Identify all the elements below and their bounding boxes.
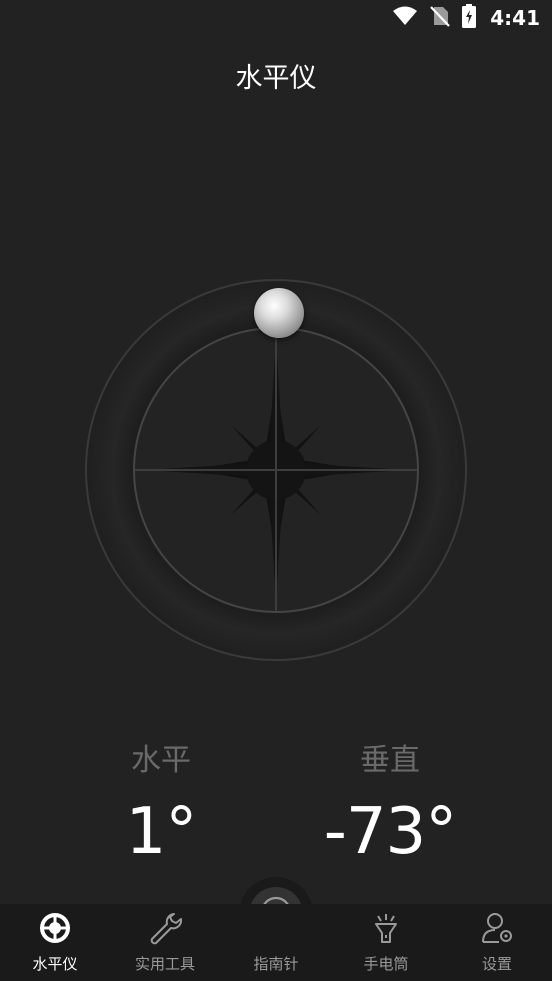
flashlight-icon (369, 911, 403, 949)
vertical-value: -73° (323, 795, 458, 869)
nav-label-tools: 实用工具 (134, 955, 195, 973)
battery-charging-icon (462, 4, 477, 32)
nav-item-settings[interactable]: 设置 (442, 904, 552, 981)
nav-item-compass[interactable]: 指南针 (221, 904, 331, 981)
nav-label-level: 水平仪 (32, 955, 78, 973)
status-bar: 4:41 (0, 0, 552, 36)
status-time: 4:41 (490, 6, 540, 30)
user-settings-icon (480, 911, 514, 949)
nav-label-compass: 指南针 (253, 955, 299, 973)
horizontal-label: 水平 (131, 743, 191, 778)
vertical-label: 垂直 (360, 743, 420, 778)
level-crosshair-icon (38, 911, 72, 949)
bottom-nav: 水平仪 实用工具 指南针 手电筒 设置 (0, 904, 552, 981)
wrench-icon (148, 911, 183, 949)
no-sim-icon (430, 5, 451, 31)
level-bubble (254, 288, 304, 338)
nav-item-tools[interactable]: 实用工具 (110, 904, 220, 981)
nav-label-flashlight: 手电筒 (363, 955, 409, 973)
wifi-icon (392, 6, 418, 30)
page-title: 水平仪 (235, 63, 317, 94)
nav-item-level[interactable]: 水平仪 (0, 904, 110, 981)
nav-label-settings: 设置 (481, 955, 512, 973)
horizontal-reading: 水平 1° (61, 735, 261, 869)
horizontal-value: 1° (125, 795, 198, 869)
nav-item-flashlight[interactable]: 手电筒 (331, 904, 441, 981)
status-icons: 4:41 (392, 4, 540, 32)
vertical-reading: 垂直 -73° (290, 735, 490, 869)
